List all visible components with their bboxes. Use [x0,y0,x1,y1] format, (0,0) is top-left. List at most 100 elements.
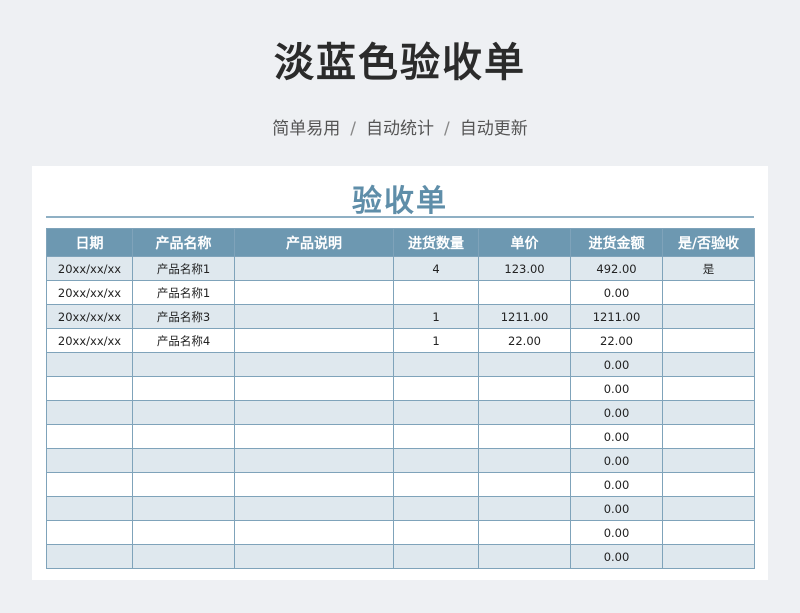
cell-amount[interactable]: 1211.00 [570,304,663,329]
cell-accepted[interactable] [662,304,755,329]
cell-unit-price[interactable] [478,448,571,473]
cell-amount[interactable]: 0.00 [570,448,663,473]
cell-quantity[interactable]: 1 [393,328,479,353]
column-header-product-description[interactable]: 产品说明 [234,228,394,257]
cell-accepted[interactable] [662,544,755,569]
column-header-unit-price[interactable]: 单价 [478,228,571,257]
cell-accepted[interactable] [662,280,755,305]
cell-quantity[interactable] [393,544,479,569]
subtitle-item: 简单易用 [272,119,341,139]
cell-product-name[interactable] [132,424,235,449]
cell-date[interactable] [46,496,133,521]
cell-amount[interactable]: 0.00 [570,376,663,401]
cell-product-name[interactable] [132,520,235,545]
cell-amount[interactable]: 492.00 [570,256,663,281]
cell-product-description[interactable] [234,424,394,449]
cell-accepted[interactable] [662,352,755,377]
cell-date[interactable] [46,400,133,425]
cell-accepted[interactable]: 是 [662,256,755,281]
cell-date[interactable] [46,520,133,545]
cell-accepted[interactable] [662,496,755,521]
cell-amount[interactable]: 0.00 [570,520,663,545]
cell-product-name[interactable] [132,400,235,425]
cell-unit-price[interactable]: 22.00 [478,328,571,353]
cell-accepted[interactable] [662,328,755,353]
cell-product-name[interactable]: 产品名称4 [132,328,235,353]
cell-amount[interactable]: 0.00 [570,472,663,497]
cell-quantity[interactable] [393,520,479,545]
cell-date[interactable] [46,352,133,377]
cell-date[interactable] [46,472,133,497]
cell-unit-price[interactable] [478,352,571,377]
cell-product-name[interactable] [132,352,235,377]
cell-product-description[interactable] [234,448,394,473]
cell-quantity[interactable] [393,352,479,377]
cell-product-name[interactable]: 产品名称1 [132,256,235,281]
cell-product-name[interactable] [132,376,235,401]
cell-accepted[interactable] [662,400,755,425]
cell-amount[interactable]: 0.00 [570,280,663,305]
cell-product-description[interactable] [234,280,394,305]
column-header-product-name[interactable]: 产品名称 [132,228,235,257]
cell-unit-price[interactable] [478,400,571,425]
cell-product-description[interactable] [234,328,394,353]
cell-unit-price[interactable] [478,280,571,305]
cell-date[interactable] [46,376,133,401]
cell-date[interactable] [46,544,133,569]
cell-amount[interactable]: 0.00 [570,544,663,569]
column-header-amount[interactable]: 进货金额 [570,228,663,257]
cell-quantity[interactable]: 4 [393,256,479,281]
cell-quantity[interactable] [393,280,479,305]
column-header-quantity[interactable]: 进货数量 [393,228,479,257]
cell-unit-price[interactable] [478,424,571,449]
column-header-date[interactable]: 日期 [46,228,133,257]
cell-date[interactable]: 20xx/xx/xx [46,280,133,305]
cell-quantity[interactable] [393,448,479,473]
cell-date[interactable]: 20xx/xx/xx [46,304,133,329]
cell-product-description[interactable] [234,400,394,425]
cell-unit-price[interactable] [478,544,571,569]
cell-unit-price[interactable]: 1211.00 [478,304,571,329]
cell-amount[interactable]: 0.00 [570,352,663,377]
cell-product-description[interactable] [234,520,394,545]
cell-quantity[interactable] [393,472,479,497]
cell-accepted[interactable] [662,448,755,473]
cell-product-name[interactable] [132,448,235,473]
cell-product-description[interactable] [234,544,394,569]
cell-date[interactable] [46,424,133,449]
cell-amount[interactable]: 0.00 [570,424,663,449]
cell-product-name[interactable]: 产品名称3 [132,304,235,329]
cell-product-description[interactable] [234,352,394,377]
cell-unit-price[interactable] [478,376,571,401]
cell-product-description[interactable] [234,304,394,329]
cell-unit-price[interactable]: 123.00 [478,256,571,281]
column-header-accepted[interactable]: 是/否验收 [662,228,755,257]
cell-product-name[interactable] [132,472,235,497]
cell-quantity[interactable]: 1 [393,304,479,329]
cell-date[interactable] [46,448,133,473]
cell-date[interactable]: 20xx/xx/xx [46,328,133,353]
cell-quantity[interactable] [393,376,479,401]
cell-product-description[interactable] [234,496,394,521]
cell-accepted[interactable] [662,520,755,545]
cell-quantity[interactable] [393,400,479,425]
cell-accepted[interactable] [662,424,755,449]
table-row: 20xx/xx/xx 产品名称1 4 123.00 492.00 是 [46,256,755,281]
cell-product-description[interactable] [234,472,394,497]
cell-date[interactable]: 20xx/xx/xx [46,256,133,281]
cell-product-name[interactable]: 产品名称1 [132,280,235,305]
cell-product-name[interactable] [132,496,235,521]
cell-accepted[interactable] [662,472,755,497]
cell-unit-price[interactable] [478,520,571,545]
cell-amount[interactable]: 22.00 [570,328,663,353]
cell-accepted[interactable] [662,376,755,401]
cell-unit-price[interactable] [478,472,571,497]
cell-unit-price[interactable] [478,496,571,521]
cell-product-name[interactable] [132,544,235,569]
cell-product-description[interactable] [234,376,394,401]
cell-quantity[interactable] [393,496,479,521]
cell-amount[interactable]: 0.00 [570,496,663,521]
cell-amount[interactable]: 0.00 [570,400,663,425]
cell-quantity[interactable] [393,424,479,449]
cell-product-description[interactable] [234,256,394,281]
